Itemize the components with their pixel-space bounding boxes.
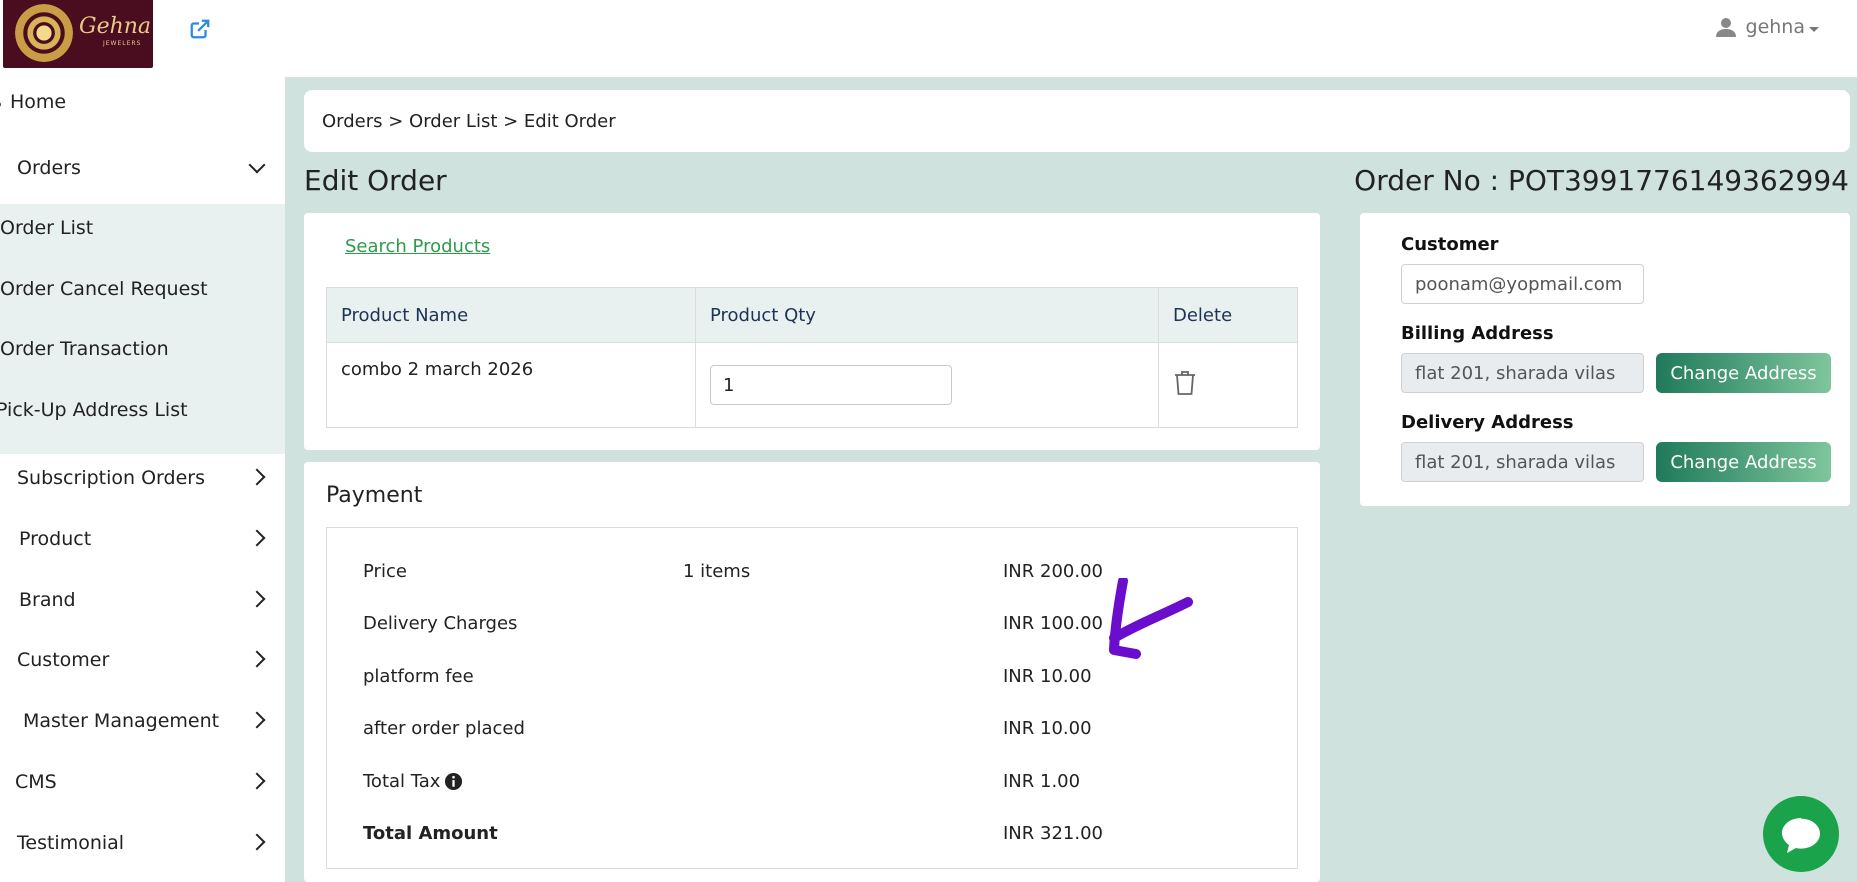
trash-icon[interactable] bbox=[1173, 370, 1197, 396]
orders-submenu: Order List Order Cancel Request Order Tr… bbox=[0, 204, 285, 454]
brand-name: Gehna bbox=[79, 14, 152, 39]
product-qty-cell: 1 bbox=[695, 342, 1159, 428]
delivery-charges-value: INR 100.00 bbox=[1003, 613, 1103, 634]
sidebar-item-label: Brand bbox=[19, 589, 76, 611]
total-tax-row: Total Tax bbox=[363, 771, 463, 792]
chevron-right-icon bbox=[248, 711, 266, 729]
sidebar-item-label: Product bbox=[19, 528, 92, 550]
sidebar-item-order-cancel[interactable]: Order Cancel Request bbox=[0, 278, 208, 300]
annotation-arrow bbox=[1109, 578, 1193, 659]
quantity-input[interactable]: 1 bbox=[710, 365, 952, 405]
bullet-icon bbox=[0, 102, 1, 107]
chevron-right-icon bbox=[248, 650, 266, 668]
column-header-product-name: Product Name bbox=[326, 287, 696, 343]
sidebar-item-label: Testimonial bbox=[17, 832, 125, 854]
customer-email-field[interactable]: poonam@yopmail.com bbox=[1401, 264, 1644, 304]
price-label: Price bbox=[363, 561, 407, 582]
sidebar-item-label: Customer bbox=[17, 649, 110, 671]
breadcrumb-text[interactable]: Orders > Order List > Edit Order bbox=[322, 111, 616, 132]
change-delivery-address-button[interactable]: Change Address bbox=[1656, 442, 1831, 482]
product-name-cell: combo 2 march 2026 bbox=[326, 342, 696, 428]
after-order-placed-label: after order placed bbox=[363, 718, 525, 739]
payment-title: Payment bbox=[326, 483, 423, 508]
chevron-down-icon bbox=[1809, 26, 1819, 32]
sidebar-item-subscription[interactable]: Subscription Orders bbox=[0, 467, 285, 497]
sidebar-item-label: Subscription Orders bbox=[17, 467, 205, 489]
sidebar-item-cms[interactable]: CMS bbox=[0, 771, 285, 801]
sidebar-item-master-management[interactable]: Master Management bbox=[0, 710, 285, 740]
total-tax-label: Total Tax bbox=[363, 771, 441, 792]
order-number: Order No : POT3991776149362994 bbox=[1354, 164, 1849, 197]
breadcrumb: Orders > Order List > Edit Order bbox=[304, 90, 1850, 152]
column-header-delete: Delete bbox=[1158, 287, 1298, 343]
total-tax-value: INR 1.00 bbox=[1003, 771, 1081, 792]
table-row: combo 2 march 2026 1 bbox=[326, 342, 1298, 428]
chevron-down-icon bbox=[248, 156, 266, 174]
chat-button[interactable] bbox=[1763, 796, 1839, 872]
sidebar-item-label: Master Management bbox=[23, 710, 220, 732]
customer-email-value: poonam@yopmail.com bbox=[1415, 273, 1623, 295]
button-label: Change Address bbox=[1670, 451, 1817, 473]
chevron-right-icon bbox=[248, 833, 266, 851]
chevron-right-icon bbox=[248, 590, 266, 608]
page-title: Edit Order bbox=[304, 164, 447, 197]
platform-fee-label: platform fee bbox=[363, 666, 474, 687]
sidebar-item-brand[interactable]: Brand bbox=[0, 589, 285, 619]
chevron-right-icon bbox=[248, 772, 266, 790]
user-icon bbox=[1715, 18, 1736, 37]
sidebar-item-orders[interactable]: Orders bbox=[0, 156, 285, 187]
brand-subtitle: JEWELERS bbox=[103, 40, 142, 47]
column-header-product-qty: Product Qty bbox=[695, 287, 1159, 343]
sidebar-item-label: CMS bbox=[15, 771, 57, 793]
sidebar-item-pickup-address[interactable]: Pick-Up Address List bbox=[0, 399, 188, 421]
platform-fee-value: INR 10.00 bbox=[1003, 666, 1092, 687]
external-link-icon[interactable] bbox=[189, 18, 211, 40]
quantity-value: 1 bbox=[723, 374, 735, 396]
delete-cell bbox=[1158, 342, 1298, 428]
total-amount-value: INR 321.00 bbox=[1003, 823, 1103, 844]
after-order-placed-value: INR 10.00 bbox=[1003, 718, 1092, 739]
button-label: Change Address bbox=[1670, 362, 1817, 384]
sidebar-item-order-transaction[interactable]: Order Transaction bbox=[0, 338, 169, 360]
sidebar: Home Orders Order List Order Cancel Requ… bbox=[0, 77, 285, 882]
sidebar-item-order-list[interactable]: Order List bbox=[0, 217, 93, 239]
chevron-right-icon bbox=[248, 529, 266, 547]
price-value: INR 200.00 bbox=[1003, 561, 1103, 582]
delivery-address-field: flat 201, sharada vilas bbox=[1401, 442, 1644, 482]
billing-address-field: flat 201, sharada vilas bbox=[1401, 353, 1644, 393]
mandala-icon bbox=[15, 4, 73, 62]
delivery-address-label: Delivery Address bbox=[1401, 412, 1574, 433]
sidebar-item-testimonial[interactable]: Testimonial bbox=[0, 832, 285, 862]
customer-label: Customer bbox=[1401, 234, 1499, 255]
products-table: Product Name Product Qty Delete combo 2 … bbox=[326, 287, 1298, 428]
billing-address-value: flat 201, sharada vilas bbox=[1415, 362, 1616, 384]
sidebar-item-customer[interactable]: Customer bbox=[0, 649, 285, 679]
sidebar-item-product[interactable]: Product bbox=[0, 528, 285, 558]
change-billing-address-button[interactable]: Change Address bbox=[1656, 353, 1831, 393]
delivery-address-value: flat 201, sharada vilas bbox=[1415, 451, 1616, 473]
search-products-link[interactable]: Search Products bbox=[345, 236, 490, 257]
items-count: 1 items bbox=[683, 561, 751, 582]
billing-address-label: Billing Address bbox=[1401, 323, 1554, 344]
top-bar: Gehna JEWELERS gehna bbox=[0, 0, 1857, 77]
delivery-charges-label: Delivery Charges bbox=[363, 613, 518, 634]
total-amount-label: Total Amount bbox=[363, 823, 498, 844]
chat-icon bbox=[1782, 818, 1820, 853]
user-menu[interactable]: gehna bbox=[1715, 16, 1819, 38]
brand-logo[interactable]: Gehna JEWELERS bbox=[3, 0, 153, 68]
user-name: gehna bbox=[1745, 16, 1805, 38]
sidebar-item-label: Home bbox=[10, 91, 67, 113]
info-icon[interactable] bbox=[444, 772, 463, 791]
chevron-right-icon bbox=[248, 468, 266, 486]
sidebar-item-label: Orders bbox=[17, 157, 81, 179]
